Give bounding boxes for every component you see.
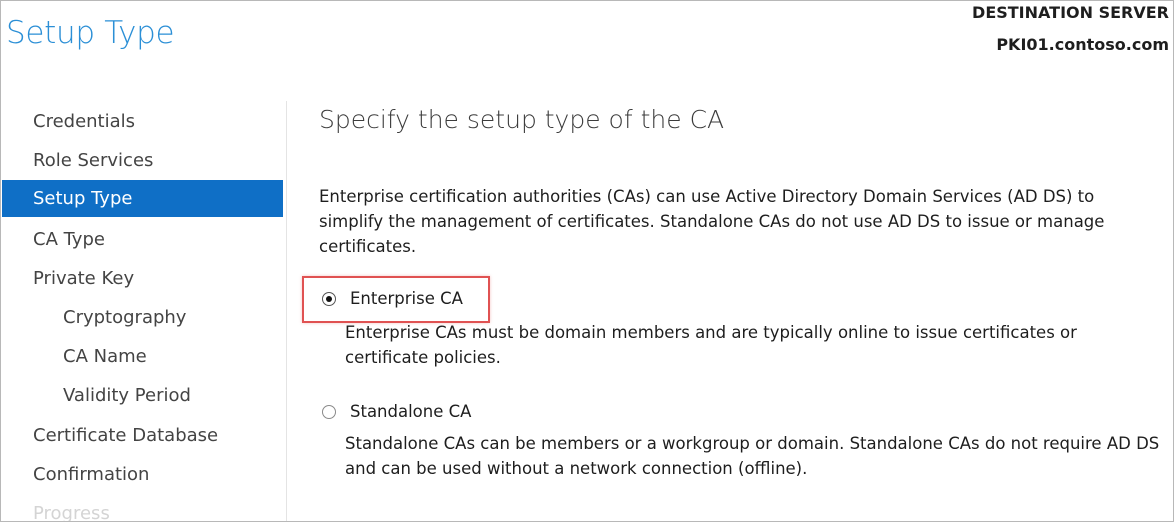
wizard-window: Setup Type DESTINATION SERVER PKI01.cont…: [0, 0, 1174, 522]
standalone-ca-description: Standalone CAs can be members or a workg…: [345, 434, 1160, 478]
nav-item-role-services[interactable]: Role Services: [2, 142, 283, 179]
nav-item-private-key[interactable]: Private Key: [2, 260, 283, 297]
enterprise-ca-option[interactable]: Enterprise CA: [322, 289, 463, 308]
nav-item-cryptography[interactable]: Cryptography: [2, 299, 283, 336]
nav-item-certificate-database[interactable]: Certificate Database: [2, 417, 283, 454]
standalone-ca-label[interactable]: Standalone CA: [350, 402, 471, 421]
enterprise-ca-radio[interactable]: [322, 291, 336, 306]
nav-item-progress: Progress: [33, 503, 110, 521]
wizard-nav-sidebar: Credentials Role Services Setup Type CA …: [2, 103, 283, 521]
nav-item-confirmation[interactable]: Confirmation: [2, 456, 283, 493]
standalone-ca-option[interactable]: Standalone CA: [322, 402, 471, 421]
setup-type-description: Enterprise certification authorities (CA…: [319, 187, 1105, 256]
nav-item-credentials[interactable]: Credentials: [2, 103, 283, 140]
page-title: Setup Type: [6, 15, 175, 51]
nav-item-ca-name[interactable]: CA Name: [2, 338, 283, 375]
standalone-ca-radio[interactable]: [322, 404, 336, 419]
nav-item-setup-type[interactable]: Setup Type: [2, 180, 283, 217]
sidebar-divider: [286, 101, 287, 521]
destination-server-label: DESTINATION SERVER: [972, 3, 1169, 22]
enterprise-ca-label[interactable]: Enterprise CA: [350, 289, 463, 308]
destination-server-name: PKI01.contoso.com: [996, 35, 1169, 54]
nav-item-validity-period[interactable]: Validity Period: [2, 377, 283, 414]
enterprise-ca-description: Enterprise CAs must be domain members an…: [345, 323, 1077, 367]
section-title: Specify the setup type of the CA: [319, 105, 725, 134]
nav-item-ca-type[interactable]: CA Type: [2, 221, 283, 258]
